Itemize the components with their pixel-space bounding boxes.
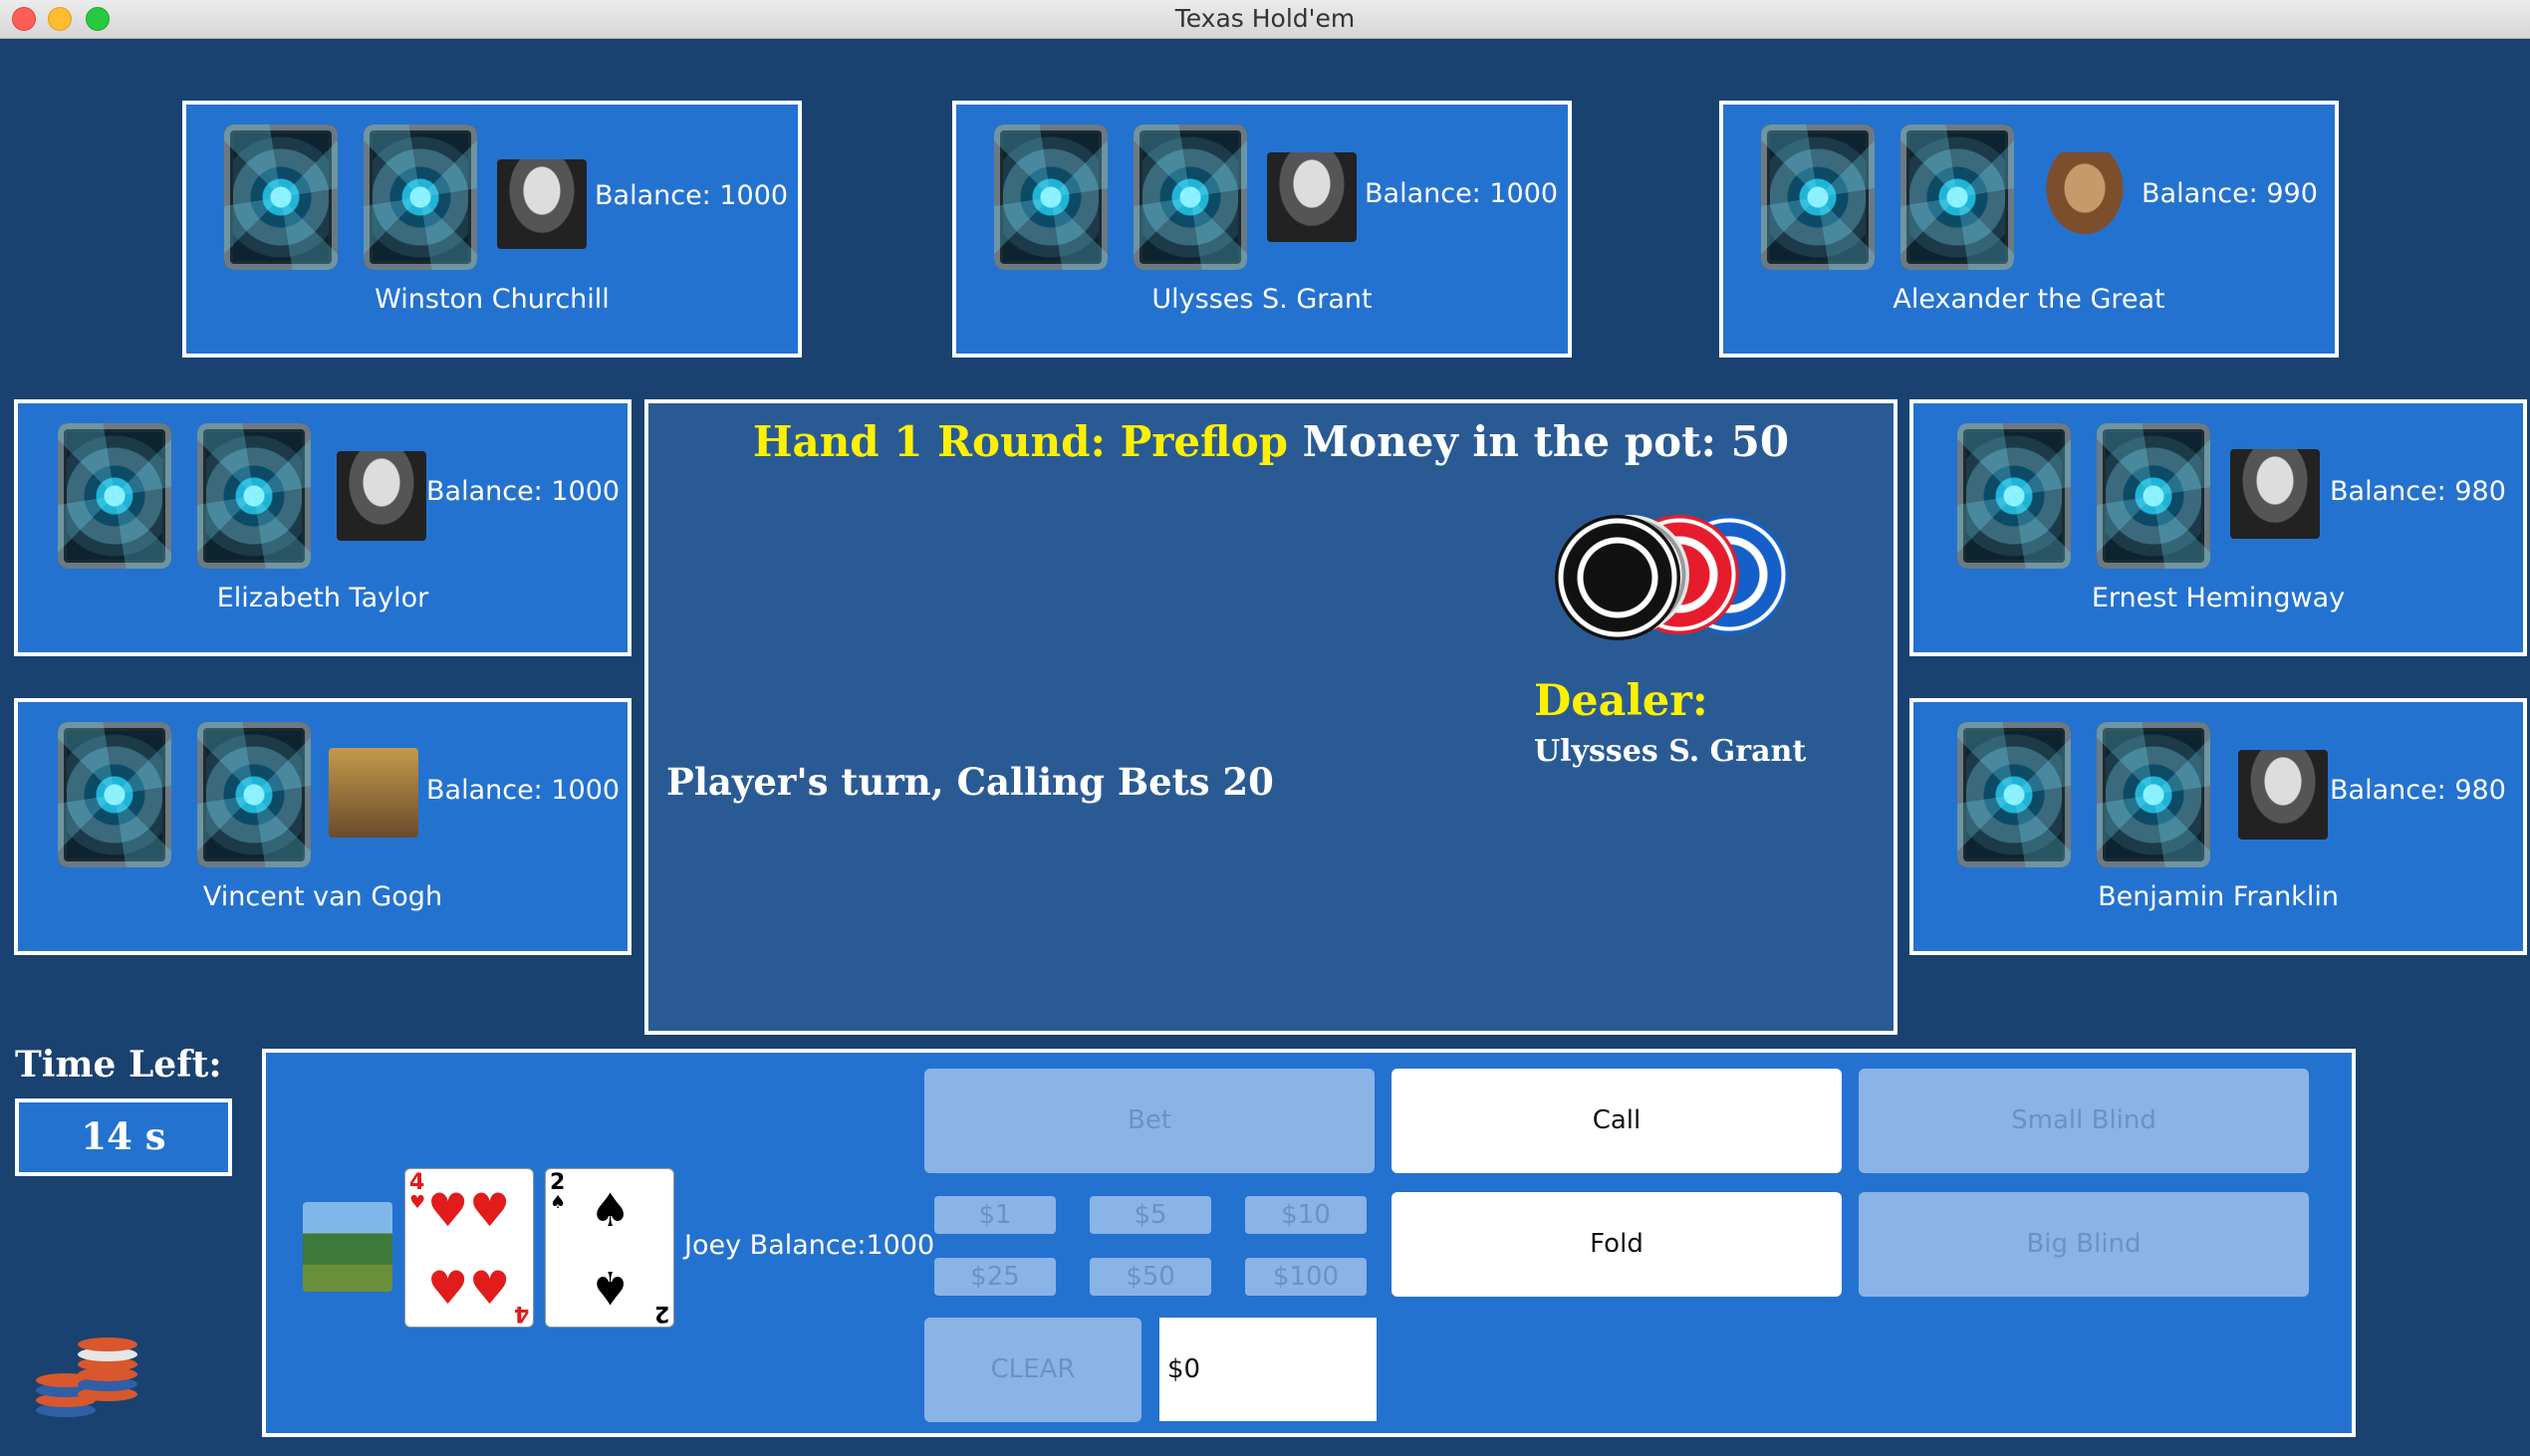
player-avatar xyxy=(2238,750,2328,840)
player-balance: Balance: 1000 xyxy=(1365,178,1559,209)
player-panel-elizabeth-taylor: Balance: 1000 Elizabeth Taylor xyxy=(14,399,632,656)
my-card-2-spades: 2 ♠ ♠ ♠ 2 xyxy=(545,1168,674,1328)
dealer-label: Dealer: xyxy=(1534,676,1708,726)
card-back-icon xyxy=(58,423,171,569)
pot-amount: Money in the pot: 50 xyxy=(1302,417,1790,466)
heart-icon: ♥ xyxy=(427,1183,469,1237)
card-rank: 4 xyxy=(513,1301,529,1326)
clear-button[interactable]: CLEAR xyxy=(924,1318,1141,1422)
card-back-icon xyxy=(994,124,1108,270)
player-avatar xyxy=(337,451,426,541)
player-avatar xyxy=(329,748,418,838)
player-avatar xyxy=(497,159,587,249)
amount-1-button[interactable]: $1 xyxy=(934,1196,1056,1234)
player-avatar xyxy=(2040,152,2130,242)
heart-icon: ♥ xyxy=(469,1261,511,1315)
card-back-icon xyxy=(58,722,171,867)
player-panel-ulysses-s-grant: Balance: 1000 Ulysses S. Grant xyxy=(952,101,1572,358)
heart-icon: ♥ xyxy=(427,1261,469,1315)
player-panel-winston-churchill: Balance: 1000 Winston Churchill xyxy=(182,101,802,358)
bet-amount-field[interactable]: $0 xyxy=(1159,1318,1377,1421)
card-back-icon xyxy=(1957,423,2071,569)
amount-50-button[interactable]: $50 xyxy=(1090,1258,1211,1296)
player-avatar xyxy=(1267,152,1357,242)
window-title: Texas Hold'em xyxy=(1174,4,1356,33)
player-name: Ulysses S. Grant xyxy=(1151,284,1373,315)
card-back-icon xyxy=(1957,722,2071,867)
spade-icon: ♠ xyxy=(590,1183,632,1237)
player-avatar xyxy=(2230,449,2320,539)
time-left-value: 14 s xyxy=(15,1098,232,1176)
player-balance: Balance: 980 xyxy=(2330,775,2506,806)
player-balance: Balance: 980 xyxy=(2330,476,2506,507)
player-balance: Balance: 1000 xyxy=(426,775,621,806)
player-balance: Balance: 990 xyxy=(2142,178,2318,209)
my-card-4-hearts: 4 ♥ ♥ ♥ ♥ ♥ 4 xyxy=(404,1168,534,1328)
my-name: Joey xyxy=(684,1230,742,1261)
call-button[interactable]: Call xyxy=(1392,1069,1842,1173)
player-name: Benjamin Franklin xyxy=(2098,881,2339,912)
player-name: Elizabeth Taylor xyxy=(216,583,429,613)
card-back-icon xyxy=(2097,722,2210,867)
card-back-icon xyxy=(1900,124,2014,270)
fold-button[interactable]: Fold xyxy=(1392,1192,1842,1297)
my-info: Joey Balance:1000 xyxy=(684,1230,934,1261)
player-balance: Balance: 1000 xyxy=(426,476,621,507)
card-back-icon xyxy=(197,423,311,569)
player-panel-ernest-hemingway: Balance: 980 Ernest Hemingway xyxy=(1909,399,2527,656)
player-controls-panel: 4 ♥ ♥ ♥ ♥ ♥ 4 2 ♠ ♠ ♠ 2 Joey Balance:100… xyxy=(262,1049,2356,1437)
chip-stack-icon xyxy=(30,1330,149,1429)
amount-5-button[interactable]: $5 xyxy=(1090,1196,1211,1234)
player-panel-benjamin-franklin: Balance: 980 Benjamin Franklin xyxy=(1909,698,2527,955)
bet-button[interactable]: Bet xyxy=(924,1069,1375,1173)
player-name: Alexander the Great xyxy=(1893,284,2165,315)
amount-25-button[interactable]: $25 xyxy=(934,1258,1056,1296)
turn-status: Player's turn, Calling Bets 20 xyxy=(666,760,1274,804)
player-name: Winston Churchill xyxy=(375,284,610,315)
player-balance: Balance: 1000 xyxy=(595,180,789,211)
player-name: Ernest Hemingway xyxy=(2091,583,2346,613)
player-name: Vincent van Gogh xyxy=(202,881,443,912)
time-left-label: Time Left: xyxy=(15,1044,222,1086)
round-status: Hand 1 Round: Preflop Money in the pot: … xyxy=(648,417,1894,466)
heart-icon: ♥ xyxy=(469,1183,511,1237)
heart-icon: ♥ xyxy=(409,1192,426,1213)
big-blind-button[interactable]: Big Blind xyxy=(1859,1192,2309,1297)
table-center: Hand 1 Round: Preflop Money in the pot: … xyxy=(644,399,1898,1035)
card-back-icon xyxy=(1134,124,1247,270)
small-blind-button[interactable]: Small Blind xyxy=(1859,1069,2309,1173)
player-panel-vincent-van-gogh: Balance: 1000 Vincent van Gogh xyxy=(14,698,632,955)
card-back-icon xyxy=(364,124,477,270)
spade-icon: ♠ xyxy=(590,1261,632,1315)
amount-100-button[interactable]: $100 xyxy=(1245,1258,1367,1296)
hand-round: Hand 1 Round: Preflop xyxy=(752,417,1288,466)
my-balance: Balance:1000 xyxy=(749,1230,935,1261)
spade-icon: ♠ xyxy=(550,1192,567,1213)
card-rank: 2 xyxy=(653,1301,669,1326)
window-titlebar: Texas Hold'em xyxy=(0,0,2530,39)
amount-10-button[interactable]: $10 xyxy=(1245,1196,1367,1234)
card-back-icon xyxy=(224,124,338,270)
player-panel-alexander-the-great: Balance: 990 Alexander the Great xyxy=(1719,101,2339,358)
card-back-icon xyxy=(2097,423,2210,569)
card-rank: 2 xyxy=(550,1170,566,1195)
card-back-icon xyxy=(1761,124,1875,270)
player-avatar xyxy=(303,1202,392,1292)
dealer-name: Ulysses S. Grant xyxy=(1534,734,1807,769)
card-rank: 4 xyxy=(409,1170,425,1195)
card-back-icon xyxy=(197,722,311,867)
